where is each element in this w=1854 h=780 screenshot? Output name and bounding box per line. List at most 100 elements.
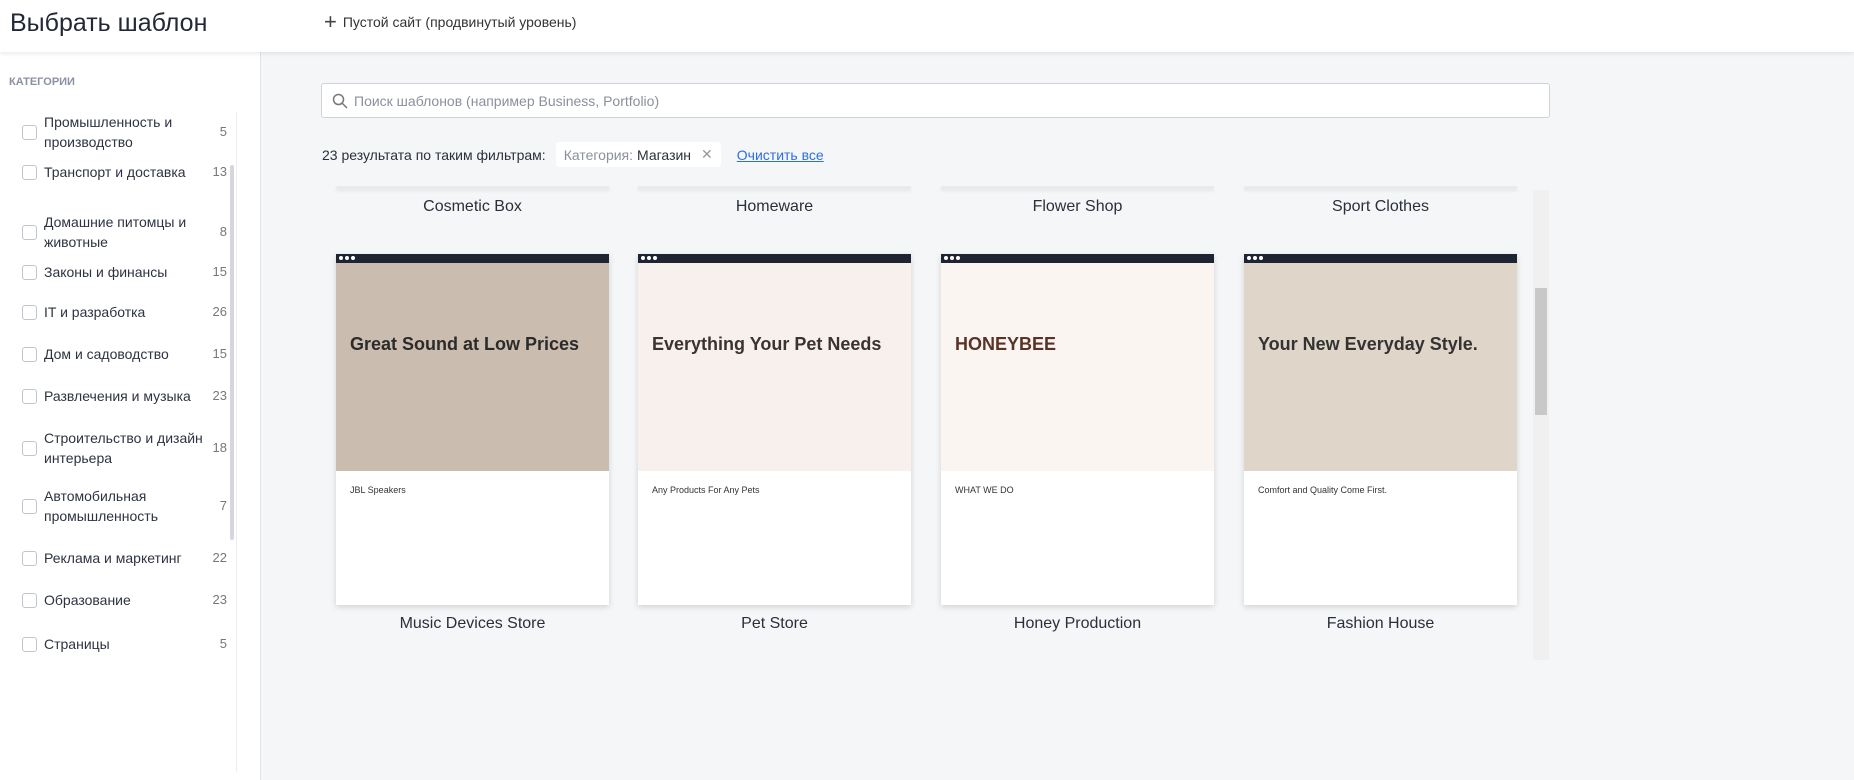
category-item[interactable]: Страницы 5: [22, 634, 227, 654]
checkbox[interactable]: [22, 124, 37, 140]
header: Выбрать шаблон + Пустой сайт (продвинутый…: [0, 0, 1854, 52]
template-card-bottom[interactable]: [1244, 186, 1517, 189]
template-preview: Everything Your Pet Needs: [638, 263, 911, 471]
category-label: Транспорт и доставка: [44, 164, 186, 180]
preview-headline: HONEYBEE: [955, 334, 1057, 354]
category-item[interactable]: Транспорт и доставка 13: [22, 162, 227, 182]
category-item[interactable]: Развлечения и музыка 23: [22, 386, 227, 406]
category-count: 26: [212, 304, 227, 319]
page-title: Выбрать шаблон: [10, 9, 208, 37]
preview-headline: Everything Your Pet Needs: [652, 334, 882, 354]
template-card[interactable]: Everything Your Pet Needs Any Products Fo…: [638, 254, 911, 605]
category-item[interactable]: Автомобильная промышленность 7: [22, 486, 227, 526]
template-title[interactable]: Homeware: [638, 198, 911, 216]
category-count: 15: [212, 264, 227, 279]
category-label: Промышленность и производство: [44, 114, 173, 150]
template-card-bottom[interactable]: [941, 186, 1214, 189]
template-card-bottom[interactable]: [638, 186, 911, 189]
template-title[interactable]: Pet Store: [638, 615, 911, 633]
category-count: 23: [212, 592, 227, 607]
sidebar: КАТЕГОРИИ Промышленность и производство 5…: [0, 52, 261, 780]
category-item[interactable]: IT и разработка 26: [22, 302, 227, 322]
template-card-bottom[interactable]: [336, 186, 609, 189]
checkbox[interactable]: [22, 264, 37, 280]
filter-chip-category: Категория: Магазин ✕: [555, 142, 721, 167]
checkbox[interactable]: [22, 388, 37, 404]
category-count: 5: [219, 636, 227, 651]
category-label: Автомобильная промышленность: [44, 488, 158, 524]
category-label: IT и разработка: [44, 304, 146, 320]
search-input[interactable]: [354, 92, 1549, 109]
scrollbar-thumb[interactable]: [1535, 288, 1547, 415]
template-preview: Great Sound at Low Prices: [336, 263, 609, 471]
chip-key: Категория:: [563, 146, 634, 163]
checkbox[interactable]: [22, 440, 37, 456]
template-card[interactable]: Your New Everyday Style. Comfort and Qual…: [1244, 254, 1517, 605]
checkbox[interactable]: [22, 498, 37, 514]
categories-heading: КАТЕГОРИИ: [9, 76, 75, 88]
category-item[interactable]: Строительство и дизайн интерьера 18: [22, 428, 227, 468]
category-count: 7: [219, 498, 227, 513]
category-count: 5: [219, 124, 227, 139]
category-item[interactable]: Домашние питомцы и животные 8: [22, 212, 227, 252]
preview-headline: Great Sound at Low Prices: [350, 334, 580, 354]
category-item[interactable]: Образование 23: [22, 590, 227, 610]
category-count: 23: [212, 388, 227, 403]
category-item[interactable]: Дом и садоводство 15: [22, 344, 227, 364]
template-title[interactable]: Cosmetic Box: [336, 198, 609, 216]
chip-value: Магазин: [637, 146, 692, 163]
preview-headline: Your New Everyday Style.: [1258, 334, 1478, 354]
category-item[interactable]: Законы и финансы 15: [22, 262, 227, 282]
template-preview: Your New Everyday Style.: [1244, 263, 1517, 471]
main-scrollbar[interactable]: [1533, 190, 1549, 660]
category-item[interactable]: Промышленность и производство 5: [22, 112, 227, 152]
category-label: Домашние питомцы и животные: [44, 214, 187, 250]
preview-section: JBL Speakers: [350, 485, 406, 495]
checkbox[interactable]: [22, 550, 37, 566]
category-label: Реклама и маркетинг: [44, 550, 182, 566]
category-label: Законы и финансы: [44, 264, 168, 280]
category-count: 22: [212, 550, 227, 565]
close-icon[interactable]: ✕: [701, 146, 713, 163]
template-title[interactable]: Fashion House: [1244, 615, 1517, 633]
preview-section: Any Products For Any Pets: [652, 485, 760, 495]
checkbox[interactable]: [22, 346, 37, 362]
category-label: Строительство и дизайн интерьера: [44, 430, 203, 466]
browser-bar: [638, 254, 911, 263]
template-title[interactable]: Music Devices Store: [336, 615, 609, 633]
template-card[interactable]: HONEYBEE WHAT WE DO: [941, 254, 1214, 605]
category-label: Дом и садоводство: [44, 346, 169, 362]
category-label: Развлечения и музыка: [44, 388, 191, 404]
blank-site-label: Пустой сайт (продвинутый уровень): [342, 14, 577, 30]
checkbox[interactable]: [22, 592, 37, 608]
clear-all-link[interactable]: Очистить все: [737, 147, 824, 163]
template-card[interactable]: Great Sound at Low Prices JBL Speakers: [336, 254, 609, 605]
plus-icon: +: [324, 9, 337, 34]
results-count: 23 результата по таким фильтрам:: [322, 146, 546, 163]
search-icon: [332, 93, 348, 109]
checkbox[interactable]: [22, 164, 37, 180]
template-title[interactable]: Honey Production: [941, 615, 1214, 633]
filter-bar: 23 результата по таким фильтрам: Категор…: [322, 142, 824, 167]
search-box: [321, 83, 1550, 118]
sidebar-scrollbar[interactable]: [230, 165, 234, 540]
category-count: 8: [219, 224, 227, 239]
blank-site-button[interactable]: + Пустой сайт (продвинутый уровень): [324, 9, 577, 34]
template-preview: HONEYBEE: [941, 263, 1214, 471]
category-count: 13: [212, 164, 227, 179]
preview-section: Comfort and Quality Come First.: [1258, 485, 1388, 495]
category-label: Страницы: [44, 636, 110, 652]
checkbox[interactable]: [22, 224, 37, 240]
preview-section: WHAT WE DO: [955, 485, 1014, 495]
category-item[interactable]: Реклама и маркетинг 22: [22, 548, 227, 568]
category-count: 18: [212, 440, 227, 455]
sidebar-scroll-track: [236, 112, 237, 772]
template-title[interactable]: Flower Shop: [941, 198, 1214, 216]
checkbox[interactable]: [22, 636, 37, 652]
checkbox[interactable]: [22, 304, 37, 320]
browser-bar: [941, 254, 1214, 263]
template-title[interactable]: Sport Clothes: [1244, 198, 1517, 216]
browser-bar: [1244, 254, 1517, 263]
category-label: Образование: [44, 592, 131, 608]
browser-bar: [336, 254, 609, 263]
